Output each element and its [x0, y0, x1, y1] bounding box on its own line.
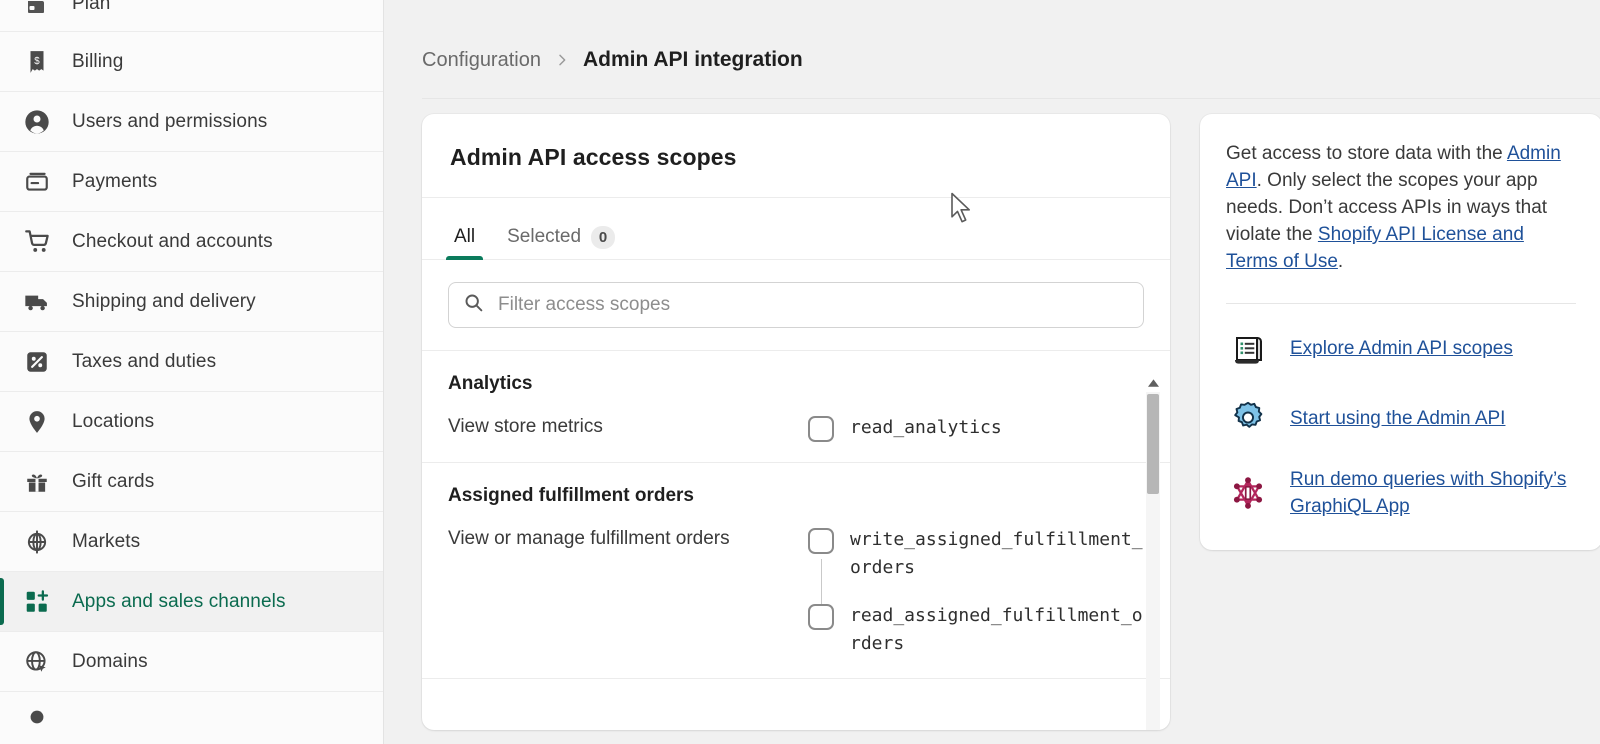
sidebar-item-label: Plan [72, 0, 111, 14]
sidebar-item-domains[interactable]: Domains [0, 632, 383, 692]
sidebar-item-label: Payments [72, 170, 158, 192]
scope-group-description: View or manage fulfillment orders [448, 528, 730, 549]
resource-link-label[interactable]: Run demo queries with Shopify’s GraphiQL… [1290, 466, 1576, 520]
scope-row: write_assigned_fulfillment_orders [808, 526, 1144, 582]
sidebar-item-next-partial[interactable] [0, 692, 383, 728]
sidebar-item-plan[interactable]: Plan [0, 0, 383, 32]
payments-icon [22, 167, 52, 197]
content-columns: Admin API access scopes All Selected 0 F… [384, 84, 1600, 730]
info-panel-divider [1226, 303, 1576, 304]
sidebar-item-label: Locations [72, 410, 155, 432]
info-paragraph: Get access to store data with the Admin … [1226, 140, 1576, 275]
truck-icon [22, 287, 52, 317]
scope-group-row: View store metrics read_analytics [448, 413, 1144, 442]
gift-icon [22, 467, 52, 497]
breadcrumb-configuration-link[interactable]: Configuration [422, 49, 541, 72]
selected-count-badge: 0 [591, 225, 616, 249]
resource-link-run-demo-queries-graphiql[interactable]: Run demo queries with Shopify’s GraphiQL… [1226, 466, 1576, 520]
scope-checkbox-read_assigned_fulfillment_orders[interactable] [808, 604, 834, 630]
user-icon [22, 107, 52, 137]
globe-icon [22, 647, 52, 677]
sidebar-item-users-and-permissions[interactable]: Users and permissions [0, 92, 383, 152]
admin-api-info-panel: Get access to store data with the Admin … [1200, 114, 1600, 550]
scope-checkbox-column: write_assigned_fulfillment_orders read_a… [808, 525, 1144, 658]
cart-icon [22, 227, 52, 257]
header-divider [422, 98, 1600, 99]
app-root: Plan $ Billing Users and permissions Pay… [0, 0, 1600, 744]
info-text-part3: . [1337, 251, 1344, 272]
scope-row: read_assigned_fulfillment_orders [808, 602, 1144, 658]
scope-list-scrollbar[interactable] [1146, 376, 1160, 730]
filter-section [422, 260, 1170, 350]
scope-checkbox-read_analytics[interactable] [808, 416, 834, 442]
admin-api-access-scopes-card: Admin API access scopes All Selected 0 F… [422, 114, 1170, 730]
sidebar-item-label: Markets [72, 530, 141, 552]
sidebar-item-locations[interactable]: Locations [0, 392, 383, 452]
tab-selected[interactable]: Selected 0 [491, 198, 631, 260]
sidebar-item-label: Domains [72, 650, 148, 672]
scope-group: Assigned fulfillment orders View or mana… [422, 463, 1170, 679]
filter-access-scopes-box[interactable] [448, 282, 1144, 328]
sidebar-item-label: Taxes and duties [72, 350, 217, 372]
resource-link-label[interactable]: Explore Admin API scopes [1290, 335, 1513, 362]
scope-name: read_analytics [850, 417, 1002, 438]
sidebar-item-label: Billing [72, 50, 124, 72]
main-content: Configuration Admin API integration Admi… [384, 0, 1600, 744]
percent-icon [22, 347, 52, 377]
breadcrumb: Configuration Admin API integration [384, 0, 1600, 84]
svg-text:$: $ [34, 56, 40, 67]
scope-list: Analytics View store metrics read_analyt… [422, 350, 1170, 679]
scrollbar-thumb[interactable] [1147, 394, 1159, 494]
tab-label: Selected [507, 226, 582, 247]
chevron-right-icon [554, 52, 570, 68]
tab-label: All [454, 226, 476, 247]
sidebar-item-markets[interactable]: Markets [0, 512, 383, 572]
gear-icon [1226, 396, 1270, 440]
resource-link-explore-admin-api-scopes[interactable]: Explore Admin API scopes [1226, 326, 1576, 370]
scope-checkbox-column: read_analytics [808, 413, 1002, 442]
sidebar-item-apps-and-sales-channels[interactable]: Apps and sales channels [0, 572, 383, 632]
card-title: Admin API access scopes [450, 144, 737, 170]
sidebar-item-billing[interactable]: $ Billing [0, 32, 383, 92]
scope-name: write_assigned_fulfillment_orders [850, 529, 1143, 578]
scope-row: read_analytics [808, 414, 1002, 442]
sidebar-item-label: Gift cards [72, 470, 155, 492]
scope-name: read_assigned_fulfillment_orders [850, 605, 1143, 654]
scope-checkbox-write_assigned_fulfillment_orders[interactable] [808, 528, 834, 554]
graphql-node-icon [1226, 471, 1270, 515]
scope-group: Analytics View store metrics read_analyt… [422, 351, 1170, 463]
scroll-up-arrow-icon[interactable] [1146, 376, 1160, 390]
pin-icon [22, 407, 52, 437]
sidebar-item-label: Apps and sales channels [72, 590, 286, 612]
settings-sidebar: Plan $ Billing Users and permissions Pay… [0, 0, 384, 744]
sidebar-item-checkout-and-accounts[interactable]: Checkout and accounts [0, 212, 383, 272]
scope-tabs: All Selected 0 [422, 198, 1170, 260]
scope-group-title: Assigned fulfillment orders [448, 485, 694, 506]
scroll-document-icon [1226, 326, 1270, 370]
billing-icon: $ [22, 47, 52, 77]
plan-icon [22, 0, 52, 22]
sidebar-item-gift-cards[interactable]: Gift cards [0, 452, 383, 512]
apps-grid-icon [22, 587, 52, 617]
info-text-part1: Get access to store data with the [1226, 143, 1507, 164]
search-input[interactable] [498, 294, 1129, 316]
scope-group-row: View or manage fulfillment orders write_… [448, 525, 1144, 658]
sidebar-item-label: Users and permissions [72, 110, 268, 132]
resource-link-label[interactable]: Start using the Admin API [1290, 405, 1505, 432]
sidebar-item-label: Checkout and accounts [72, 230, 273, 252]
sidebar-item-label: Shipping and delivery [72, 290, 256, 312]
sidebar-item-payments[interactable]: Payments [0, 152, 383, 212]
scope-group-title: Analytics [448, 373, 533, 394]
tab-all[interactable]: All [438, 198, 491, 260]
globe-target-icon [22, 527, 52, 557]
search-icon [463, 292, 484, 318]
resource-link-start-using-the-admin-api[interactable]: Start using the Admin API [1226, 396, 1576, 440]
sidebar-item-taxes-and-duties[interactable]: Taxes and duties [0, 332, 383, 392]
notification-icon [22, 702, 52, 728]
page-title: Admin API integration [582, 48, 803, 71]
scope-group-description: View store metrics [448, 416, 603, 437]
sidebar-item-shipping-and-delivery[interactable]: Shipping and delivery [0, 272, 383, 332]
